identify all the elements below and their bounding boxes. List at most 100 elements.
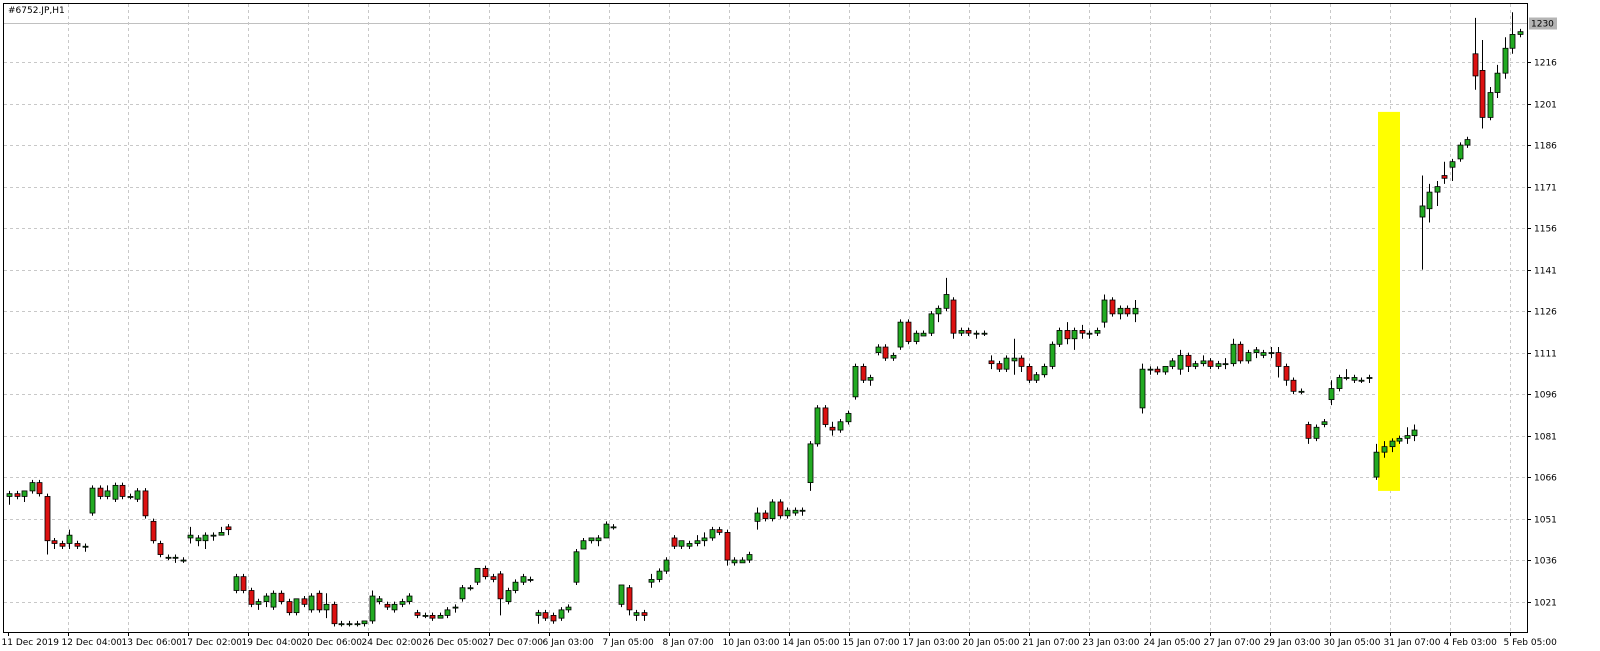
candle-body bbox=[1154, 368, 1161, 373]
x-tick-label: 30 Jan 05:00 bbox=[1324, 638, 1381, 648]
candle-body bbox=[829, 426, 836, 431]
candle-body bbox=[66, 534, 73, 544]
candle-body bbox=[1487, 92, 1494, 118]
candle-body bbox=[104, 490, 111, 497]
candle-body bbox=[1275, 352, 1282, 367]
candle-body bbox=[746, 554, 753, 561]
highlight-rect bbox=[1378, 111, 1400, 491]
candle-body bbox=[437, 615, 444, 619]
candle-body bbox=[1200, 360, 1207, 365]
x-tick-label: 19 Dec 04:00 bbox=[242, 638, 303, 648]
candle-body bbox=[255, 601, 262, 605]
candle-body bbox=[1018, 357, 1025, 367]
candle-body bbox=[1260, 352, 1267, 356]
x-tick-label: 13 Dec 06:00 bbox=[122, 638, 183, 648]
candle-body bbox=[905, 321, 912, 342]
candle-body bbox=[1404, 435, 1411, 439]
candle-body bbox=[1124, 307, 1131, 315]
candle-body bbox=[1464, 139, 1471, 146]
chart-frame bbox=[3, 3, 1528, 633]
candle-body bbox=[535, 612, 542, 616]
candle-body bbox=[1117, 307, 1124, 315]
x-tick-label: 20 Jan 05:00 bbox=[963, 638, 1020, 648]
candle-body bbox=[490, 576, 497, 580]
y-tick-label: 1201 bbox=[1534, 101, 1557, 111]
candle-body bbox=[293, 598, 300, 614]
x-tick-label: 12 Dec 04:00 bbox=[62, 638, 123, 648]
x-tick-label: 24 Dec 02:00 bbox=[362, 638, 423, 648]
candle-body bbox=[1049, 343, 1056, 367]
candle-body bbox=[89, 487, 96, 514]
candle-body bbox=[671, 537, 678, 547]
candle-body bbox=[663, 559, 670, 572]
candle-body bbox=[414, 612, 421, 616]
candle-body bbox=[1237, 343, 1244, 362]
candle-body bbox=[1086, 332, 1093, 335]
y-tick-label: 1126 bbox=[1534, 308, 1557, 318]
candle-body bbox=[1253, 349, 1260, 353]
candle-body bbox=[626, 587, 633, 611]
candle-body bbox=[1419, 205, 1426, 218]
candle-body bbox=[1343, 377, 1350, 379]
candle-body bbox=[354, 623, 361, 626]
candle-body bbox=[1351, 377, 1358, 381]
x-tick-label: 24 Jan 05:00 bbox=[1144, 638, 1201, 648]
x-tick-label: 8 Jan 07:00 bbox=[663, 638, 715, 648]
candle-body bbox=[399, 601, 406, 605]
candle-body bbox=[1381, 446, 1388, 453]
candle-body bbox=[429, 615, 436, 619]
candle-body bbox=[958, 330, 965, 334]
x-tick-label: 26 Dec 05:00 bbox=[423, 638, 484, 648]
highlight-band bbox=[1378, 111, 1400, 491]
y-tick-label: 1051 bbox=[1534, 516, 1557, 526]
candle-body bbox=[36, 482, 43, 495]
candle-body bbox=[1328, 388, 1335, 401]
candle-body bbox=[512, 581, 519, 591]
candle-body bbox=[943, 294, 950, 309]
candle-body bbox=[928, 313, 935, 334]
candle-body bbox=[973, 332, 980, 335]
candle-body bbox=[550, 615, 557, 622]
candle-body bbox=[1192, 363, 1199, 367]
candle-body bbox=[1147, 368, 1154, 371]
candle-body bbox=[1479, 69, 1486, 118]
candle-body bbox=[187, 534, 194, 539]
candle-body bbox=[1230, 343, 1237, 365]
x-tick-label: 27 Jan 07:00 bbox=[1204, 638, 1261, 648]
candle-body bbox=[44, 496, 51, 542]
candle-body bbox=[270, 592, 277, 608]
candle-body bbox=[777, 501, 784, 517]
candle-body bbox=[1441, 175, 1448, 179]
candle-body bbox=[890, 354, 897, 359]
candle-body bbox=[308, 595, 315, 611]
candle-body bbox=[837, 421, 844, 431]
candle-body bbox=[769, 501, 776, 519]
candle-body bbox=[792, 509, 799, 514]
candle-body bbox=[897, 321, 904, 348]
candle-body bbox=[633, 612, 640, 616]
candle-body bbox=[119, 484, 126, 497]
candle-body bbox=[852, 366, 859, 398]
y-tick-label: 1111 bbox=[1534, 350, 1557, 360]
candle-body bbox=[467, 587, 474, 590]
candle-body bbox=[134, 490, 141, 500]
x-tick-label: 4 Feb 03:00 bbox=[1444, 638, 1498, 648]
y-tick-label: 1141 bbox=[1534, 267, 1557, 277]
candle-body bbox=[1207, 360, 1214, 367]
x-tick-label: 10 Jan 03:00 bbox=[723, 638, 780, 648]
candle-body bbox=[1169, 360, 1176, 367]
y-tick-label: 1081 bbox=[1534, 433, 1557, 443]
candle-body bbox=[1472, 53, 1479, 77]
candle-body bbox=[202, 534, 209, 542]
candle-body bbox=[860, 366, 867, 381]
candle-body bbox=[142, 490, 149, 517]
candlestick-chart: 1216 1201 1186 1171 1156 1141 1126 1111 1096 1081… bbox=[2, 3, 1557, 648]
candle-body bbox=[875, 346, 882, 353]
x-tick-label: 29 Jan 03:00 bbox=[1264, 638, 1321, 648]
candle-body bbox=[731, 559, 738, 564]
candle-body bbox=[739, 559, 746, 564]
candle-body bbox=[82, 545, 89, 548]
y-tick-label: 1066 bbox=[1534, 474, 1557, 484]
y-axis: 1216 1201 1186 1171 1156 1141 1126 1111 1096 1081… bbox=[1527, 17, 1557, 609]
y-tick-label: 1096 bbox=[1534, 391, 1557, 401]
